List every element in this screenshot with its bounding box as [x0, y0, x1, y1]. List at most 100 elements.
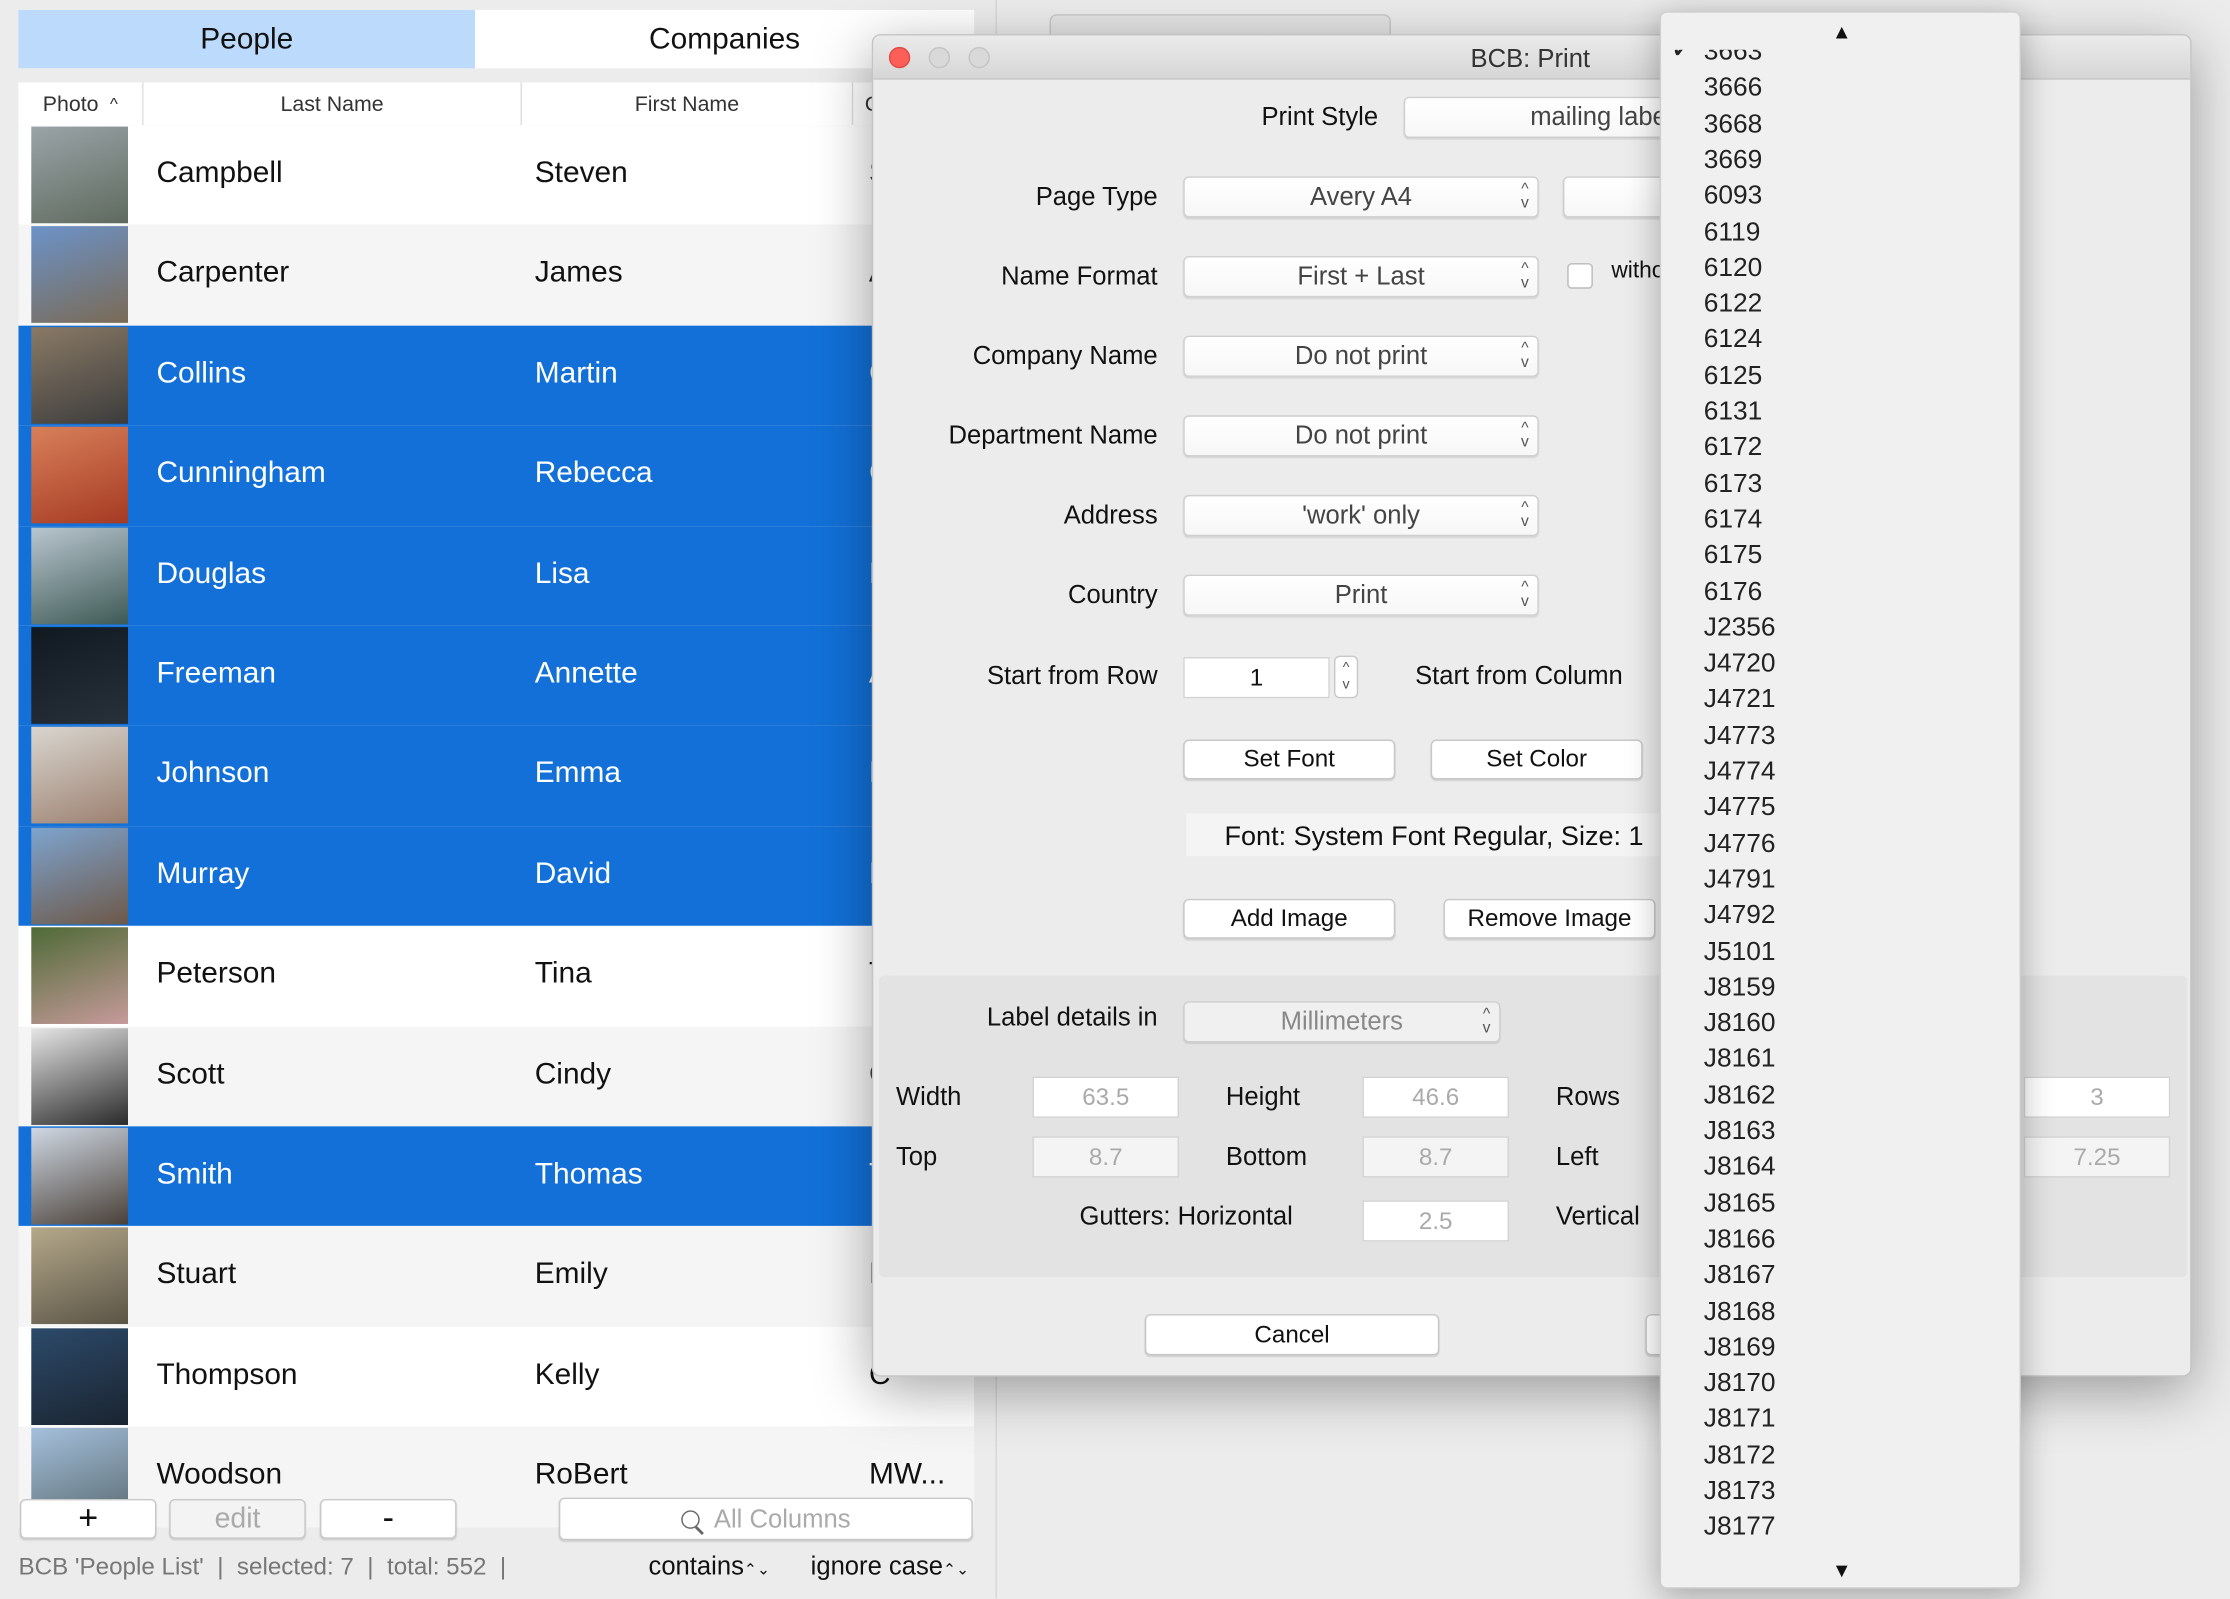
- menu-item[interactable]: 6131: [1704, 395, 1763, 426]
- table-row[interactable]: Carpenter James A: [18, 225, 975, 326]
- menu-item[interactable]: J4774: [1704, 755, 1776, 786]
- top-input[interactable]: 8.7: [1032, 1136, 1179, 1178]
- remove-button[interactable]: -: [319, 1498, 457, 1539]
- menu-item[interactable]: 6174: [1704, 503, 1763, 534]
- menu-item[interactable]: 6120: [1704, 251, 1763, 282]
- menu-item[interactable]: J4792: [1704, 899, 1776, 930]
- name-format-value: First + Last: [1297, 261, 1425, 291]
- table-row[interactable]: Stuart Emily E: [18, 1226, 975, 1327]
- avatar: [31, 1127, 128, 1225]
- column-photo-label: Photo: [42, 91, 99, 116]
- table-row[interactable]: Smith Thomas T: [18, 1126, 975, 1227]
- menu-item[interactable]: J8170: [1704, 1367, 1776, 1398]
- menu-item[interactable]: J8172: [1704, 1439, 1776, 1470]
- address-select[interactable]: 'work' only ^ v: [1183, 494, 1539, 537]
- menu-item[interactable]: 6176: [1704, 575, 1763, 606]
- name-format-select[interactable]: First + Last ^ v: [1183, 255, 1539, 298]
- last-name-cell: Stuart: [156, 1257, 237, 1291]
- menu-item[interactable]: J8173: [1704, 1475, 1776, 1506]
- table-row[interactable]: Cunningham Rebecca C: [18, 425, 975, 526]
- page-type-select[interactable]: Avery A4 ^ v: [1183, 176, 1539, 218]
- country-select[interactable]: Print ^ v: [1183, 574, 1539, 616]
- menu-item[interactable]: 3666: [1704, 72, 1763, 103]
- menu-item[interactable]: 6124: [1704, 323, 1763, 354]
- case-mode-select[interactable]: ignore case⌃⌄: [811, 1552, 970, 1582]
- menu-item[interactable]: J5101: [1704, 935, 1776, 966]
- menu-item[interactable]: J8159: [1704, 971, 1776, 1002]
- column-first-name[interactable]: First Name: [521, 82, 854, 126]
- without-checkbox[interactable]: [1567, 263, 1593, 289]
- menu-item[interactable]: 6175: [1704, 539, 1763, 570]
- cancel-button[interactable]: Cancel: [1144, 1314, 1440, 1356]
- department-name-value: Do not print: [1294, 420, 1428, 450]
- left-input[interactable]: 7.25: [2023, 1136, 2171, 1178]
- add-button[interactable]: +: [19, 1498, 157, 1539]
- last-name-cell: Douglas: [156, 556, 267, 590]
- match-mode-select[interactable]: contains⌃⌄: [649, 1552, 771, 1582]
- rows-input[interactable]: 3: [2023, 1076, 2171, 1118]
- menu-item[interactable]: 3669: [1704, 143, 1763, 174]
- gutters-horizontal-input[interactable]: 2.5: [1362, 1200, 1509, 1242]
- menu-item[interactable]: J4791: [1704, 863, 1776, 894]
- table-row[interactable]: Murray David D: [18, 826, 975, 927]
- table-row[interactable]: Thompson Kelly C: [18, 1326, 975, 1427]
- column-photo[interactable]: Photo ^: [18, 82, 144, 126]
- menu-item[interactable]: J8177: [1704, 1511, 1776, 1542]
- chevron-updown-icon: ⌃⌄: [943, 1561, 970, 1579]
- start-row-input[interactable]: 1: [1183, 657, 1330, 699]
- menu-item[interactable]: J8162: [1704, 1079, 1776, 1110]
- menu-item[interactable]: J8168: [1704, 1295, 1776, 1326]
- units-select[interactable]: Millimeters ^ v: [1183, 1001, 1501, 1043]
- set-font-button[interactable]: Set Font: [1183, 739, 1396, 780]
- menu-item[interactable]: 6173: [1704, 467, 1763, 498]
- menu-item[interactable]: J8169: [1704, 1331, 1776, 1362]
- menu-item[interactable]: 6119: [1704, 215, 1761, 246]
- menu-item[interactable]: J8165: [1704, 1187, 1776, 1218]
- menu-item[interactable]: J8171: [1704, 1403, 1776, 1434]
- menu-item[interactable]: J2356: [1704, 611, 1776, 642]
- table-row[interactable]: Peterson Tina T: [18, 926, 975, 1027]
- table-row[interactable]: Campbell Steven S: [18, 125, 975, 226]
- edit-button[interactable]: edit: [169, 1498, 306, 1539]
- start-column-label: Start from Column: [1415, 661, 1623, 690]
- menu-item[interactable]: J4775: [1704, 791, 1776, 822]
- menu-item[interactable]: J4773: [1704, 719, 1776, 750]
- table-row[interactable]: Scott Cindy C: [18, 1026, 975, 1127]
- column-last-name[interactable]: Last Name: [143, 82, 522, 126]
- menu-item[interactable]: J8167: [1704, 1259, 1776, 1290]
- set-color-button[interactable]: Set Color: [1430, 739, 1643, 780]
- start-row-stepper[interactable]: ^ v: [1334, 655, 1359, 699]
- menu-item[interactable]: 6093: [1704, 179, 1763, 210]
- scroll-up-arrow-icon[interactable]: ▲: [1661, 12, 2020, 50]
- height-input[interactable]: 46.6: [1362, 1076, 1509, 1118]
- company-name-select[interactable]: Do not print ^ v: [1183, 335, 1539, 377]
- menu-item[interactable]: 6122: [1704, 287, 1763, 318]
- department-name-select[interactable]: Do not print ^ v: [1183, 415, 1539, 457]
- remove-image-button[interactable]: Remove Image: [1443, 898, 1656, 939]
- page-type-label: Page Type: [1035, 182, 1158, 211]
- menu-item[interactable]: J4776: [1704, 827, 1776, 858]
- width-input[interactable]: 63.5: [1032, 1076, 1179, 1118]
- menu-item[interactable]: J8161: [1704, 1043, 1776, 1074]
- print-style-select[interactable]: mailing label: [1403, 96, 1689, 138]
- menu-item[interactable]: 6125: [1704, 359, 1763, 390]
- scroll-down-arrow-icon[interactable]: ▼: [1661, 1553, 2020, 1588]
- menu-item[interactable]: J4721: [1704, 683, 1776, 714]
- menu-item[interactable]: J4720: [1704, 647, 1776, 678]
- table-row[interactable]: Johnson Emma E: [18, 725, 975, 826]
- menu-item[interactable]: J8160: [1704, 1007, 1776, 1038]
- menu-item[interactable]: 6172: [1704, 431, 1763, 462]
- search-input[interactable]: All Columns: [558, 1497, 973, 1541]
- tab-people[interactable]: People: [18, 9, 476, 69]
- table-row[interactable]: Collins Martin C: [18, 325, 975, 426]
- add-image-button[interactable]: Add Image: [1183, 898, 1396, 939]
- first-name-cell: Kelly: [534, 1357, 600, 1391]
- menu-item[interactable]: J8164: [1704, 1151, 1776, 1182]
- menu-item[interactable]: J8163: [1704, 1115, 1776, 1146]
- avatar: [31, 527, 128, 624]
- table-row[interactable]: Douglas Lisa L: [18, 525, 975, 626]
- menu-item[interactable]: 3668: [1704, 108, 1763, 139]
- bottom-input[interactable]: 8.7: [1362, 1136, 1509, 1178]
- table-row[interactable]: Freeman Annette A: [18, 625, 975, 726]
- menu-item[interactable]: J8166: [1704, 1223, 1776, 1254]
